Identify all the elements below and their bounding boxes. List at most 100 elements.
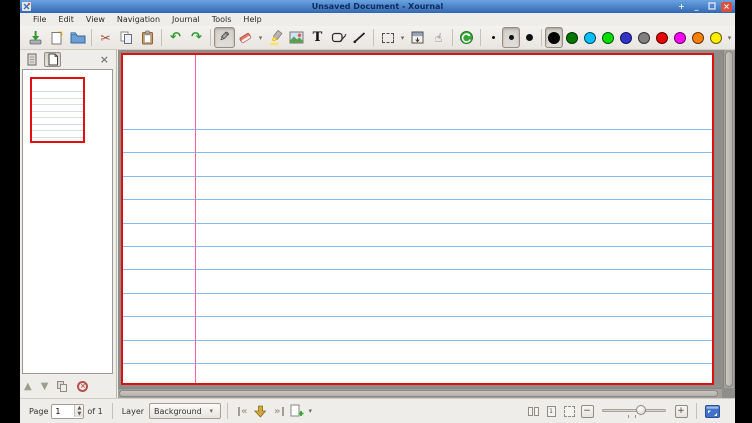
close-button[interactable]: × — [721, 2, 732, 12]
vertical-space-button[interactable] — [407, 27, 428, 48]
margin-line — [195, 55, 196, 383]
open-button[interactable] — [67, 27, 88, 48]
image-tool-button[interactable] — [286, 27, 307, 48]
image-icon — [289, 31, 304, 44]
color-yellow-button[interactable] — [707, 27, 725, 48]
clipboard-icon — [140, 30, 155, 45]
move-page-down-button[interactable]: ▼ — [41, 380, 49, 394]
fit-page-button[interactable] — [560, 402, 578, 420]
menu-help[interactable]: Help — [237, 13, 267, 26]
two-page-view-button[interactable] — [524, 402, 542, 420]
document-canvas[interactable] — [118, 50, 735, 398]
last-page-button[interactable]: » — [270, 402, 288, 420]
toolbar-separator — [541, 29, 542, 46]
menu-view[interactable]: View — [80, 13, 111, 26]
zoom-in-icon: + — [675, 405, 688, 418]
color-darkgreen-button[interactable] — [563, 27, 581, 48]
sidebar-tab-page-preview[interactable] — [44, 52, 61, 67]
color-black-button[interactable] — [545, 27, 563, 48]
first-page-button[interactable]: « — [234, 402, 252, 420]
color-blue-button[interactable] — [617, 27, 635, 48]
new-document-button[interactable] — [46, 27, 67, 48]
sidebar-close-button[interactable]: × — [100, 54, 113, 65]
fullscreen-button[interactable] — [703, 402, 721, 420]
title-bar[interactable]: Unsaved Document - Xournal + _ × — [20, 0, 735, 13]
hand-tool-button[interactable]: ☝ — [428, 27, 449, 48]
menu-journal[interactable]: Journal — [166, 13, 206, 26]
pen-tool-button[interactable]: ✎ — [214, 27, 235, 48]
pen-size-thick-button[interactable] — [520, 27, 538, 48]
select-rectangle-button[interactable] — [377, 27, 398, 48]
horizontal-scrollbar[interactable] — [118, 388, 722, 398]
color-red-button[interactable] — [653, 27, 671, 48]
default-tool-icon — [459, 30, 474, 45]
horizontal-scrollbar-thumb[interactable] — [119, 390, 718, 397]
ruled-line — [32, 91, 83, 92]
next-annotated-page-button[interactable] — [252, 402, 270, 420]
sidebar-tab-contents[interactable] — [23, 52, 40, 67]
color-magenta-button[interactable] — [671, 27, 689, 48]
hand-icon: ☝ — [435, 31, 442, 45]
color-lightblue-button[interactable] — [581, 27, 599, 48]
ruler-tool-button[interactable] — [349, 27, 370, 48]
new-document-icon — [49, 30, 64, 45]
cut-button[interactable]: ✂ — [95, 27, 116, 48]
toolbar-separator — [161, 29, 162, 46]
page-decrement-button[interactable]: ▼ — [75, 411, 83, 417]
down-arrow-icon — [254, 405, 267, 418]
delete-page-button[interactable]: × — [77, 381, 88, 392]
ruled-line — [123, 340, 712, 341]
sidebar-actions: ▲ ▼ × — [24, 378, 88, 395]
statusbar-separator — [112, 403, 113, 419]
vertical-scrollbar[interactable] — [723, 50, 734, 388]
menu-file[interactable]: File — [27, 13, 52, 26]
undo-button[interactable]: ↶ — [165, 27, 186, 48]
menu-edit[interactable]: Edit — [52, 13, 80, 26]
zoom-slider-tick — [635, 415, 636, 418]
eraser-tool-button[interactable] — [235, 27, 256, 48]
menu-tools[interactable]: Tools — [206, 13, 238, 26]
actual-size-button[interactable]: 1 — [542, 402, 560, 420]
redo-button[interactable]: ↷ — [186, 27, 207, 48]
page-thumbnail[interactable] — [30, 77, 85, 143]
vertical-scrollbar-thumb[interactable] — [725, 51, 733, 387]
selection-options-dropdown[interactable]: ▾ — [398, 34, 407, 42]
fit-page-icon — [564, 406, 575, 417]
default-tool-button[interactable] — [456, 27, 477, 48]
move-page-up-button[interactable]: ▲ — [24, 380, 32, 394]
page-number-input[interactable] — [52, 405, 74, 418]
page-preview-panel — [22, 69, 113, 374]
new-page-after-button[interactable] — [288, 402, 306, 420]
copy-button[interactable] — [116, 27, 137, 48]
pen-size-medium-button[interactable] — [502, 27, 520, 48]
color-options-dropdown[interactable]: ▾ — [725, 34, 734, 42]
highlighter-tool-button[interactable] — [265, 27, 286, 48]
zoom-in-button[interactable]: + — [672, 402, 690, 420]
toolbar-separator — [91, 29, 92, 46]
pen-size-fine-button[interactable] — [484, 27, 502, 48]
layer-combobox[interactable]: Background ▾ — [149, 403, 221, 419]
color-gray-button[interactable] — [635, 27, 653, 48]
zoom-out-button[interactable]: − — [578, 402, 596, 420]
document-page[interactable] — [121, 53, 714, 385]
minimize-button[interactable]: _ — [691, 2, 702, 12]
vertical-space-icon — [410, 30, 425, 45]
new-page-options-dropdown[interactable]: ▾ — [306, 407, 315, 415]
eraser-icon — [238, 30, 253, 45]
duplicate-page-button[interactable] — [57, 381, 68, 392]
shade-button[interactable]: + — [676, 2, 687, 12]
zoom-slider-handle[interactable] — [636, 405, 646, 415]
ruled-line — [123, 199, 712, 200]
text-tool-button[interactable]: T — [307, 27, 328, 48]
eraser-options-dropdown[interactable]: ▾ — [256, 34, 265, 42]
menu-navigation[interactable]: Navigation — [111, 13, 166, 26]
save-button[interactable] — [25, 27, 46, 48]
color-orange-button[interactable] — [689, 27, 707, 48]
toolbar-separator — [452, 29, 453, 46]
open-folder-icon — [70, 30, 86, 45]
paste-button[interactable] — [137, 27, 158, 48]
shape-recognizer-button[interactable] — [328, 27, 349, 48]
zoom-slider[interactable] — [602, 403, 666, 419]
maximize-button[interactable] — [706, 2, 717, 12]
color-lightgreen-button[interactable] — [599, 27, 617, 48]
